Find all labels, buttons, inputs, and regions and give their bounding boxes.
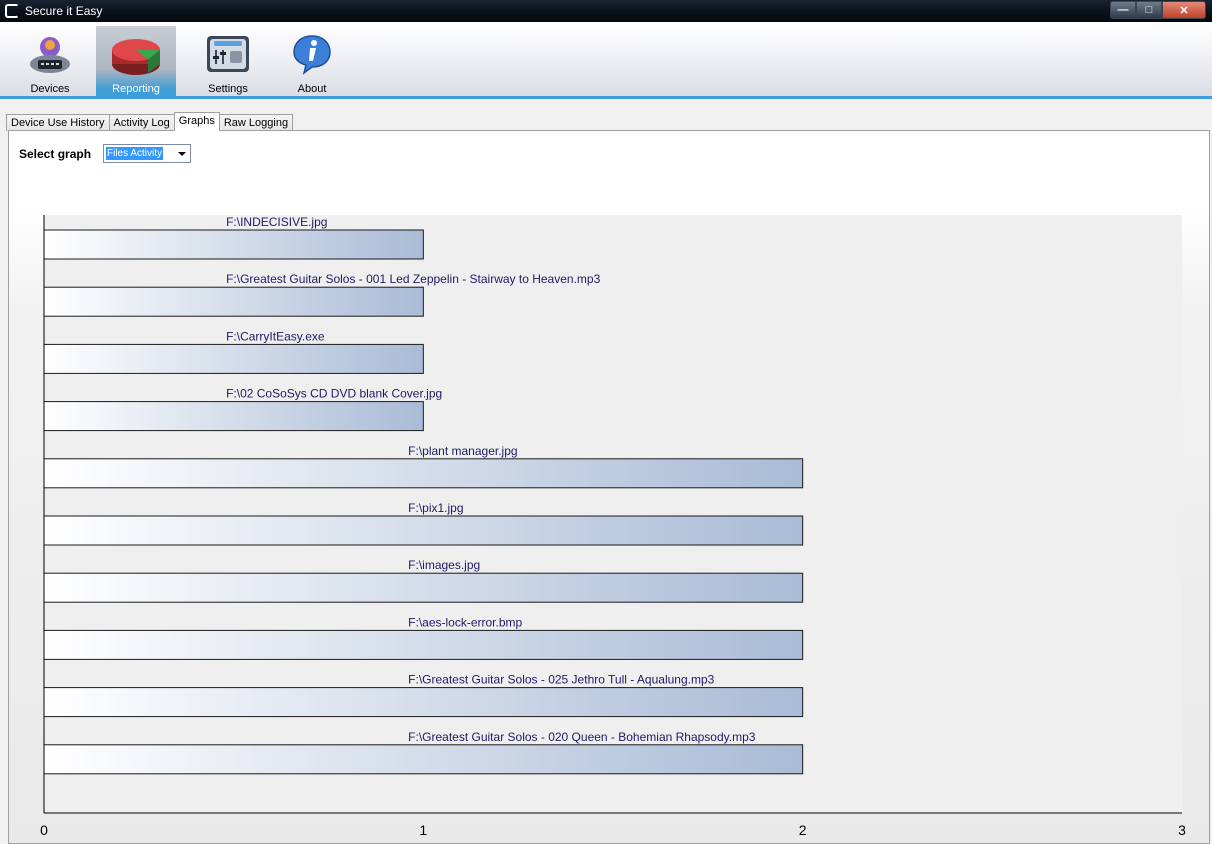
chart-bar xyxy=(43,572,804,603)
toolbar-settings-button[interactable]: Settings xyxy=(188,26,268,98)
x-tick-label: 0 xyxy=(40,822,48,838)
maximize-button[interactable]: □ xyxy=(1136,1,1162,19)
bar-label: F:\Greatest Guitar Solos - 025 Jethro Tu… xyxy=(408,673,714,687)
bar-label: F:\Greatest Guitar Solos - 001 Led Zeppe… xyxy=(226,272,601,286)
bar-label: F:\INDECISIVE.jpg xyxy=(226,215,327,229)
window-controls: — □ ✕ xyxy=(1110,1,1206,19)
graph-select-dropdown[interactable]: Files Activity xyxy=(103,144,191,163)
x-tick-label: 1 xyxy=(419,822,427,838)
devices-icon xyxy=(30,37,70,73)
tab-raw-logging[interactable]: Raw Logging xyxy=(218,114,294,131)
toolbar-about-label: About xyxy=(297,83,327,95)
toolbar-devices-label: Devices xyxy=(30,83,70,95)
select-graph-label: Select graph xyxy=(19,147,92,161)
bar-label: F:\plant manager.jpg xyxy=(408,444,517,458)
chart-bar xyxy=(43,687,804,718)
minimize-button[interactable]: — xyxy=(1110,1,1136,19)
toolbar-reporting-label: Reporting xyxy=(112,83,160,95)
settings-panel-icon xyxy=(207,36,249,72)
chart-bar xyxy=(43,458,804,489)
bar-label: F:\CarryItEasy.exe xyxy=(226,329,325,343)
chart-bar xyxy=(43,401,424,432)
chevron-down-icon[interactable] xyxy=(178,152,186,156)
tab-graphs[interactable]: Graphs xyxy=(173,112,220,131)
x-tick-label: 2 xyxy=(799,822,807,838)
files-activity-chart: F:\INDECISIVE.jpg F:\Greatest Guitar Solo… xyxy=(9,176,1209,843)
toolbar-settings-label: Settings xyxy=(208,83,248,95)
main-toolbar: Devices Reporting Settings About xyxy=(0,22,1212,99)
tab-activity-log[interactable]: Activity Log xyxy=(108,114,175,131)
reporting-pie-icon xyxy=(112,39,160,75)
info-bubble-icon xyxy=(293,35,331,75)
bar-label: F:\Greatest Guitar Solos - 020 Queen - B… xyxy=(408,730,756,744)
toolbar-reporting-button[interactable]: Reporting xyxy=(96,26,176,98)
toolbar-about-button[interactable]: About xyxy=(272,26,352,98)
close-button[interactable]: ✕ xyxy=(1162,1,1206,19)
x-tick-label: 3 xyxy=(1178,822,1186,838)
graph-select-value: Files Activity xyxy=(106,147,164,160)
chart-bar xyxy=(43,629,804,660)
chart-bar xyxy=(43,515,804,546)
title-bar: Secure it Easy — □ ✕ xyxy=(0,0,1212,22)
chart-bar xyxy=(43,343,424,374)
chart-svg: F:\INDECISIVE.jpg F:\Greatest Guitar Solo… xyxy=(40,215,1186,838)
bar-label: F:\images.jpg xyxy=(408,558,480,572)
report-tabs: Device Use History Activity Log Graphs R… xyxy=(6,112,294,131)
chart-bar xyxy=(43,229,424,260)
bar-label: F:\pix1.jpg xyxy=(408,501,463,515)
toolbar-devices-button[interactable]: Devices xyxy=(10,26,90,98)
bar-label: F:\aes-lock-error.bmp xyxy=(408,615,522,629)
graphs-panel: Select graph Files Activity F:\INDECISIV… xyxy=(8,130,1210,844)
chart-bar xyxy=(43,286,424,317)
bar-label: F:\02 CoSoSys CD DVD blank Cover.jpg xyxy=(226,387,442,401)
app-logo-icon xyxy=(5,4,19,18)
chart-bar xyxy=(43,744,804,775)
tab-device-use-history[interactable]: Device Use History xyxy=(6,114,110,131)
window-title: Secure it Easy xyxy=(25,4,103,18)
